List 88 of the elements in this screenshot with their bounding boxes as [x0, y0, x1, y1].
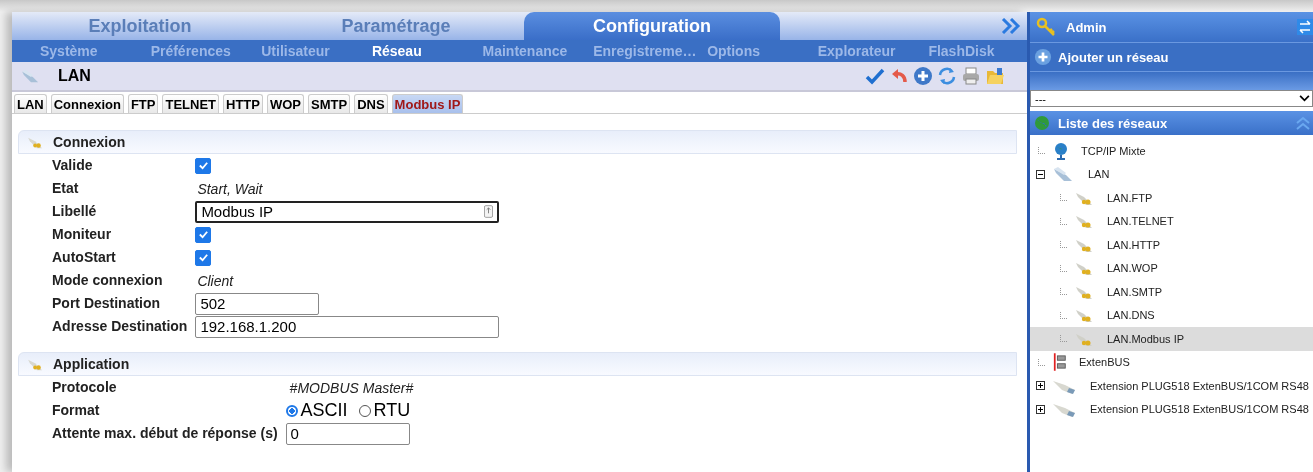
protocol-tab[interactable]: LAN [14, 94, 47, 113]
globe-icon [1053, 141, 1069, 160]
tree-item[interactable]: LAN.FTP [1030, 186, 1313, 210]
tree-item[interactable]: ExtenBUS [1030, 350, 1313, 374]
checkmark-icon [197, 160, 209, 171]
tree-item[interactable]: LAN.HTTP [1030, 233, 1313, 257]
label-input[interactable]: Modbus IP [195, 200, 500, 223]
tree-item[interactable]: LAN.DNS [1030, 303, 1313, 327]
protocol-tab[interactable]: Modbus IP [391, 94, 464, 113]
radio-label: ASCII [300, 400, 348, 421]
tree-item[interactable]: Extension PLUG518 ExtenBUS/1COM RS48 [1030, 397, 1313, 421]
main-tab[interactable]: Configuration [524, 12, 780, 40]
checkmark-icon [197, 229, 209, 240]
field-label: Moniteur [52, 225, 113, 244]
field-label: Format [52, 401, 101, 420]
tree-item[interactable]: TCP/IP Mixte [1030, 139, 1313, 163]
folder-icon[interactable] [985, 66, 1005, 86]
printer-icon[interactable] [961, 66, 981, 86]
add-network-button[interactable]: Ajouter un réseau [1030, 43, 1313, 72]
protocol-tab[interactable]: DNS [354, 94, 388, 113]
input-field[interactable]: 192.168.1.200 [195, 315, 500, 338]
key-icon [1036, 17, 1056, 37]
radio-label: RTU [373, 400, 411, 421]
tree-connector [1060, 264, 1067, 272]
protocol-tab[interactable]: Connexion [50, 94, 124, 113]
refresh-icon[interactable] [937, 66, 957, 86]
protocol-tab[interactable]: TELNET [162, 94, 219, 113]
field-label: Etat [52, 179, 80, 198]
serial-cable-icon [1052, 401, 1078, 418]
tree-item[interactable]: LAN.TELNET [1030, 209, 1313, 233]
checkmark-icon [197, 252, 209, 263]
field-label: Port Destination [52, 294, 162, 313]
expander-icon[interactable] [1036, 381, 1046, 391]
tree-connector [1060, 217, 1067, 225]
tree-connector [1060, 288, 1067, 296]
field-value: #MODBUS Master# [288, 379, 414, 396]
field-label: AutoStart [52, 248, 117, 267]
tree-connector [1060, 194, 1067, 202]
submenu-tab[interactable]: Réseau [359, 43, 471, 59]
check-icon[interactable] [865, 66, 885, 86]
double-chevron-icon[interactable] [1001, 18, 1021, 34]
protocol-tab[interactable]: WOP [266, 94, 305, 113]
swap-icon[interactable] [1297, 19, 1313, 35]
section-title: Connexion [53, 134, 126, 150]
tree-item[interactable]: LAN.WOP [1030, 256, 1313, 280]
protocol-tab[interactable]: HTTP [223, 94, 263, 113]
protocol-tab[interactable]: FTP [127, 94, 159, 113]
field-label: Adresse Destination [52, 317, 188, 336]
field-label: Valide [52, 156, 94, 175]
field-label: Libellé [52, 202, 98, 221]
checkbox[interactable] [195, 226, 212, 243]
plug-icon [1075, 260, 1095, 277]
tree-connector [1038, 147, 1045, 155]
plug-icon [27, 135, 45, 149]
network-select[interactable]: --- [1030, 90, 1313, 107]
expander-icon[interactable] [1036, 404, 1046, 414]
plug-icon [27, 357, 45, 371]
add-icon[interactable] [913, 66, 933, 86]
panel-title: Liste des réseaux [1058, 115, 1168, 131]
tree-connector [1038, 358, 1045, 366]
field-value: Start, Wait [196, 180, 263, 197]
tree-item[interactable]: LAN.Modbus IP [1030, 327, 1313, 351]
chevron-down-icon [1299, 95, 1310, 102]
add-icon [1034, 48, 1052, 66]
tree-item[interactable]: Extension PLUG518 ExtenBUS/1COM RS48 [1030, 374, 1313, 398]
section-title: Application [53, 356, 130, 372]
tree-connector [1060, 311, 1067, 319]
field-label: Protocole [52, 378, 118, 397]
input-field[interactable]: 502 [195, 292, 320, 315]
tree-item[interactable]: LAN [1030, 162, 1313, 186]
tree-connector [1060, 335, 1067, 343]
tree-item[interactable]: LAN.SMTP [1030, 280, 1313, 304]
user-name: Admin [1066, 19, 1107, 35]
page-title: LAN [58, 67, 91, 85]
input-field[interactable]: 0 [285, 422, 410, 445]
plug-icon [1075, 307, 1095, 324]
checkbox[interactable] [195, 157, 212, 174]
tree-connector [1060, 241, 1067, 249]
globe-icon [1034, 115, 1050, 131]
field-label: Attente max. début de réponse (s) [52, 424, 278, 443]
plug-icon [1075, 213, 1095, 230]
field-value: Client [196, 272, 234, 289]
expander-icon[interactable] [1036, 169, 1046, 179]
protocol-tab[interactable]: SMTP [308, 94, 351, 113]
checkbox[interactable] [195, 249, 212, 266]
bus-icon [1053, 352, 1067, 373]
radio-button[interactable] [285, 404, 298, 417]
field-label: Mode connexion [52, 271, 164, 290]
